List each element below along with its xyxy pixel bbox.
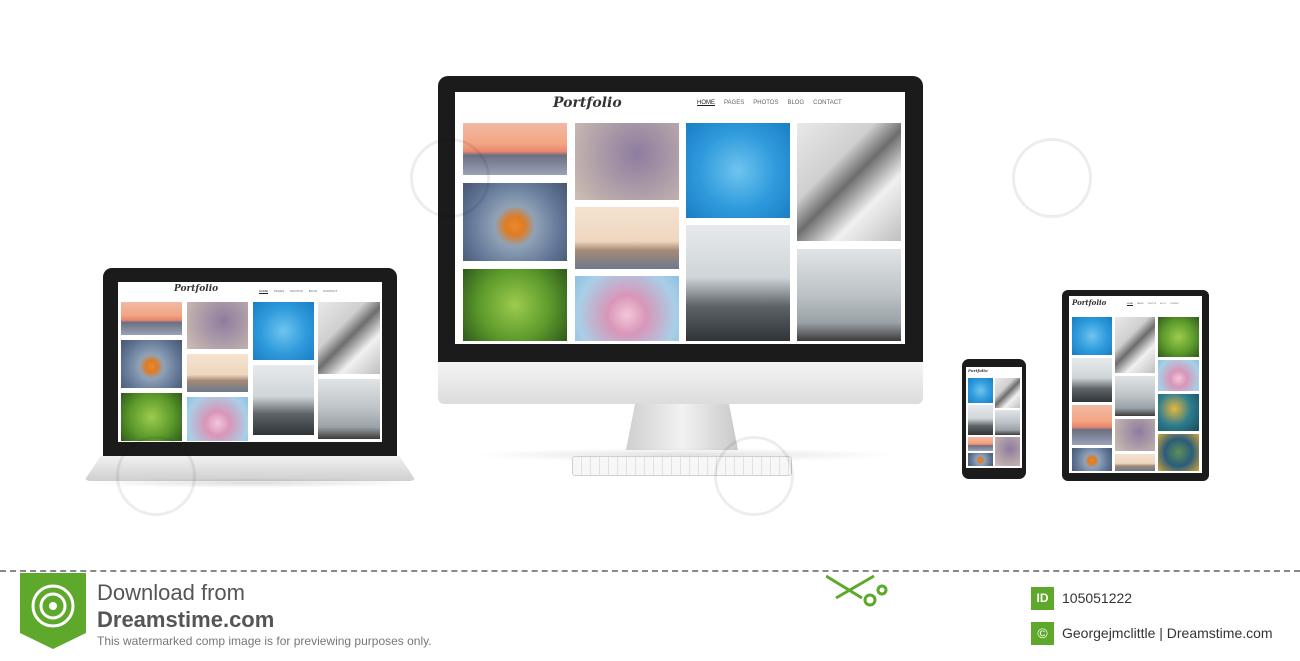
monitor-chin (438, 362, 923, 404)
nav-contact[interactable]: CONTACT (323, 289, 337, 293)
scissors-icon (825, 574, 888, 610)
photo-peacock-feather[interactable] (1158, 434, 1199, 471)
laptop-screen: Portfolio HOME PAGES PHOTOS BLOG CONTACT (118, 282, 382, 442)
photo-jellyfish[interactable] (968, 378, 993, 403)
cut-line (0, 570, 1300, 572)
nav-home[interactable]: HOME (259, 289, 268, 293)
photo-purple-flower[interactable] (575, 123, 679, 200)
photo-starfish[interactable] (968, 453, 993, 466)
disclaimer-text: This watermarked comp image is for previ… (97, 634, 432, 648)
photo-sunset-harbor[interactable] (121, 302, 182, 335)
watermark-spiral (1012, 138, 1092, 218)
photo-steel-bridge[interactable] (1115, 317, 1155, 373)
site-nav: HOME PAGES PHOTOS BLOG CONTACT (1127, 303, 1179, 305)
tablet-screen: Portfolio HOME PAGES PHOTOS BLOG CONTACT (1069, 296, 1202, 473)
photo-purple-flower[interactable] (187, 302, 248, 349)
photo-sunset-harbor[interactable] (1072, 405, 1112, 445)
photo-sea-waves[interactable] (797, 249, 901, 341)
watermark-spiral (410, 138, 490, 218)
photo-pink-blossom[interactable] (575, 276, 679, 341)
watermark-spiral (714, 436, 794, 516)
photo-steel-bridge[interactable] (797, 123, 901, 241)
nav-home[interactable]: HOME (697, 100, 715, 106)
photo-coastal-town[interactable] (1115, 454, 1155, 471)
nav-pages[interactable]: PAGES (724, 100, 744, 106)
photo-purple-flower[interactable] (995, 437, 1020, 466)
download-line1: Download from (97, 580, 245, 605)
nav-contact[interactable]: CONTACT (1170, 303, 1180, 305)
nav-blog[interactable]: BLOG (787, 100, 804, 106)
photographer-credit[interactable]: Georgejmclittle | Dreamstime.com (1062, 625, 1273, 641)
nav-photos[interactable]: PHOTOS (290, 289, 303, 293)
photo-steel-bridge[interactable] (318, 302, 380, 374)
id-badge-icon: ID (1031, 587, 1054, 610)
nav-pages[interactable]: PAGES (1137, 303, 1144, 305)
photo-green-leaves[interactable] (1158, 317, 1199, 357)
photo-green-leaves[interactable] (121, 393, 182, 441)
photo-pink-blossom[interactable] (187, 397, 248, 441)
photo-starfish[interactable] (121, 340, 182, 388)
photo-starfish[interactable] (1072, 448, 1112, 471)
photo-foggy-village[interactable] (1072, 358, 1112, 402)
monitor-stand (626, 404, 738, 450)
site-logo[interactable]: Portfolio (553, 95, 622, 111)
nav-photos[interactable]: PHOTOS (753, 100, 778, 106)
photo-sea-waves[interactable] (995, 410, 1020, 435)
site-nav: HOME PAGES PHOTOS BLOG CONTACT (259, 289, 337, 293)
nav-photos[interactable]: PHOTOS (1148, 303, 1156, 305)
photo-jellyfish[interactable] (1072, 317, 1112, 355)
site-nav: HOME PAGES PHOTOS BLOG CONTACT (697, 100, 842, 106)
photo-foggy-village[interactable] (968, 405, 993, 435)
photo-coastal-town[interactable] (575, 207, 679, 269)
monitor-screen: Portfolio HOME PAGES PHOTOS BLOG CONTACT (455, 92, 905, 344)
photo-foggy-village[interactable] (686, 225, 790, 341)
photo-pink-blossom[interactable] (1158, 360, 1199, 391)
download-line2[interactable]: Dreamstime.com (97, 607, 274, 633)
site-logo[interactable]: Portfolio (1072, 298, 1106, 307)
nav-blog[interactable]: BLOG (1160, 303, 1166, 305)
dreamstime-logo-icon[interactable] (20, 573, 86, 649)
photo-sea-waves[interactable] (318, 379, 380, 439)
copyright-icon: © (1031, 622, 1054, 645)
photo-jellyfish[interactable] (686, 123, 790, 218)
photo-sea-waves[interactable] (1115, 376, 1155, 416)
phone-screen: Portfolio (966, 367, 1022, 468)
photo-sunset-harbor[interactable] (968, 437, 993, 451)
site-logo[interactable]: Portfolio (174, 284, 218, 294)
photo-green-leaves[interactable] (463, 269, 567, 341)
photo-purple-flower[interactable] (1115, 419, 1155, 451)
photo-jellyfish[interactable] (253, 302, 314, 360)
watermark-spiral (116, 436, 196, 516)
site-logo[interactable]: Portfolio (968, 368, 988, 373)
photo-foggy-village[interactable] (253, 365, 314, 435)
nav-pages[interactable]: PAGES (274, 289, 284, 293)
photo-steel-bridge[interactable] (995, 378, 1020, 408)
nav-home[interactable]: HOME (1127, 303, 1133, 305)
nav-blog[interactable]: BLOG (309, 289, 317, 293)
photo-colorful-hooks[interactable] (1158, 394, 1199, 431)
nav-contact[interactable]: CONTACT (813, 100, 842, 106)
photo-coastal-town[interactable] (187, 354, 248, 392)
image-id: 105051222 (1062, 590, 1133, 606)
